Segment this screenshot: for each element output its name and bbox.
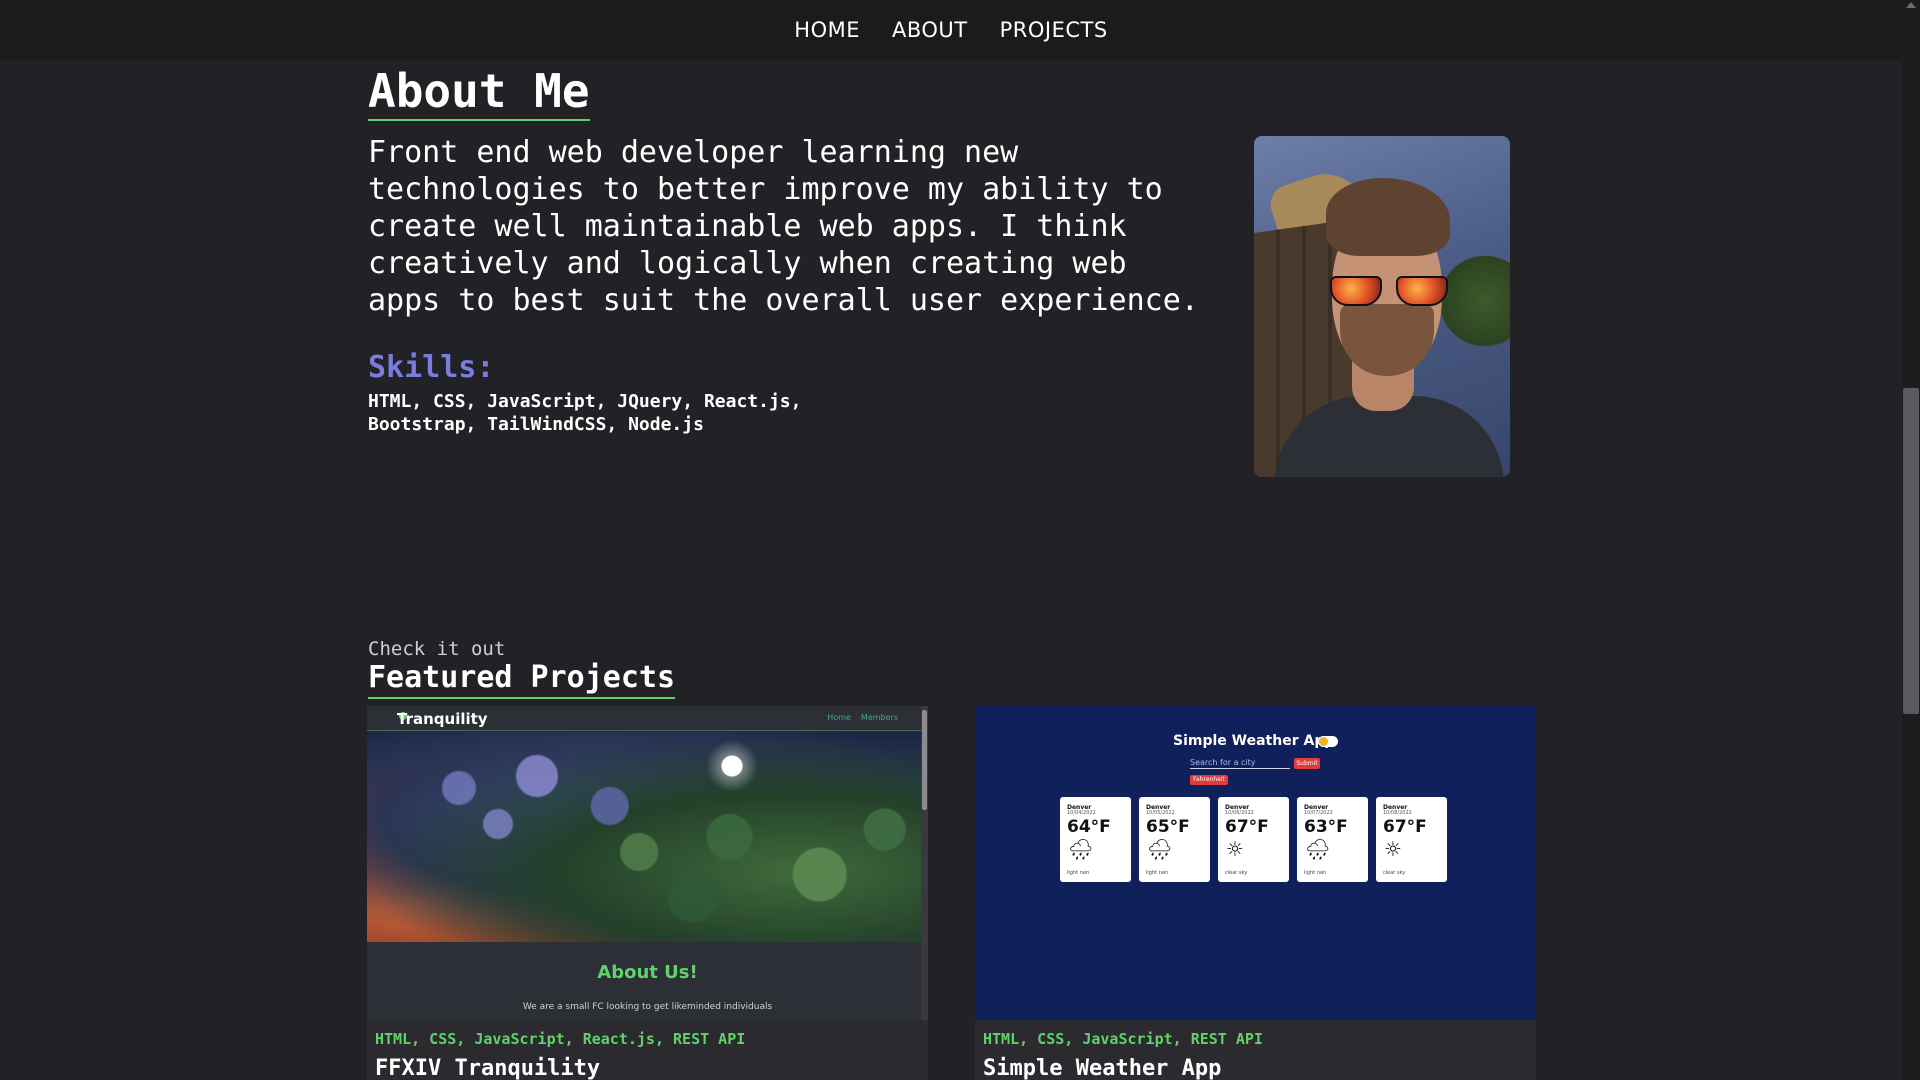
project-title[interactable]: Simple Weather App <box>983 1056 1221 1080</box>
preview-about-text: We are a small FC looking to get likemin… <box>522 1002 773 1012</box>
theme-toggle-icon <box>1318 736 1338 747</box>
rain-cloud-icon: 🌧 <box>1068 837 1094 861</box>
about-bio: Front end web developer learning new tec… <box>368 135 1199 318</box>
project-card-ffxiv[interactable]: Tranquility Home Members About Us! We ar… <box>367 706 928 1080</box>
preview-link-members: Members <box>860 713 898 722</box>
project-card-weather[interactable]: Simple Weather App Search for a city Sub… <box>975 706 1536 1080</box>
nav-link-projects[interactable]: PROJECTS <box>1000 18 1108 42</box>
scroll-up-icon[interactable] <box>1906 2 1916 8</box>
preview-forecast: Denver 10/04/2022 64°F 🌧 light rain Denv… <box>1060 797 1447 882</box>
forecast-date: 10/07/2022 <box>1304 810 1333 816</box>
nav-link-home[interactable]: HOME <box>794 18 860 42</box>
scrollbar-thumb[interactable] <box>1903 388 1919 714</box>
forecast-date: 10/04/2022 <box>1067 810 1096 816</box>
skills-title: Skills: <box>368 350 495 385</box>
page-scrollbar[interactable] <box>1902 0 1920 1080</box>
preview-navbar: Tranquility Home Members <box>367 706 928 731</box>
forecast-desc: clear sky <box>1383 870 1406 876</box>
forecast-desc: light rain <box>1067 870 1090 876</box>
preview-search-input: Search for a city <box>1190 758 1290 769</box>
forecast-card: Denver 10/04/2022 64°F 🌧 light rain <box>1060 797 1131 882</box>
forecast-date: 10/08/2022 <box>1383 810 1412 816</box>
project-preview-weather: Simple Weather App Search for a city Sub… <box>975 706 1536 1020</box>
projects-kicker: Check it out <box>368 638 506 660</box>
forecast-temp: 67°F <box>1225 817 1269 837</box>
project-preview-ffxiv: Tranquility Home Members About Us! We ar… <box>367 706 928 1020</box>
forecast-temp: 67°F <box>1383 817 1427 837</box>
forecast-date: 10/06/2022 <box>1225 810 1254 816</box>
forecast-card: Denver 10/06/2022 67°F ☼ clear sky <box>1218 797 1289 882</box>
preview-scrollbar <box>921 706 928 1020</box>
preview-submit-button: Submit <box>1294 758 1320 769</box>
skills-list: HTML, CSS, JavaScript, JQuery, React.js,… <box>368 391 802 435</box>
nav-link-about[interactable]: ABOUT <box>892 18 968 42</box>
forecast-card: Denver 10/08/2022 67°F ☼ clear sky <box>1376 797 1447 882</box>
preview-link-home: Home <box>827 713 851 722</box>
rain-cloud-icon: 🌧 <box>1147 837 1173 861</box>
featured-projects-title: Featured Projects <box>368 660 676 699</box>
preview-logo: Tranquility <box>397 710 488 728</box>
forecast-card: Denver 10/07/2022 63°F 🌧 light rain <box>1297 797 1368 882</box>
profile-photo <box>1254 136 1510 477</box>
rain-cloud-icon: 🌧 <box>1305 837 1331 861</box>
forecast-temp: 64°F <box>1067 817 1111 837</box>
forecast-temp: 63°F <box>1304 817 1348 837</box>
forecast-desc: clear sky <box>1225 870 1248 876</box>
project-title[interactable]: FFXIV Tranquility <box>375 1056 600 1080</box>
preview-hero-image <box>367 732 928 942</box>
preview-about-title: About Us! <box>597 962 698 983</box>
sun-icon: ☼ <box>1226 837 1244 861</box>
forecast-desc: light rain <box>1304 870 1327 876</box>
forecast-temp: 65°F <box>1146 817 1190 837</box>
forecast-desc: light rain <box>1146 870 1169 876</box>
forecast-card: Denver 10/05/2022 65°F 🌧 light rain <box>1139 797 1210 882</box>
preview-unit-button: Fahrenheit <box>1190 775 1228 785</box>
preview-app-title: Simple Weather App <box>1173 733 1335 749</box>
top-nav: HOME ABOUT PROJECTS <box>0 0 1902 60</box>
project-tags: HTML, CSS, JavaScript, React.js, REST AP… <box>375 1030 746 1048</box>
project-tags: HTML, CSS, JavaScript, REST API <box>983 1030 1263 1048</box>
forecast-date: 10/05/2022 <box>1146 810 1175 816</box>
about-title: About Me <box>368 66 590 121</box>
sun-icon: ☼ <box>1384 837 1402 861</box>
preview-about-section: About Us! We are a small FC looking to g… <box>367 942 928 1020</box>
